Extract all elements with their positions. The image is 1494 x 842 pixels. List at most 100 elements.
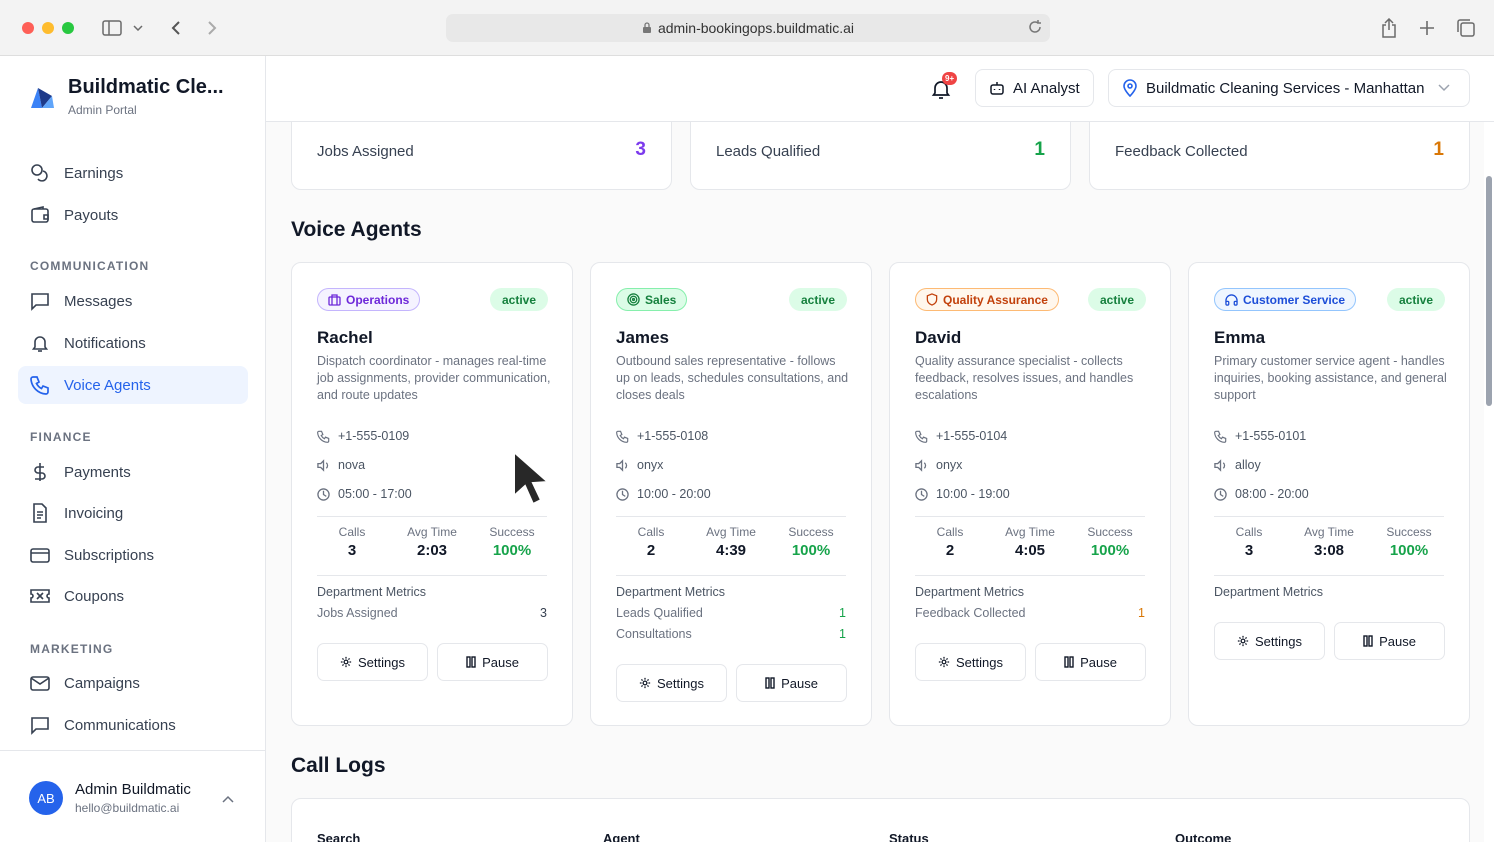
- metric-calls: Calls 3: [338, 525, 366, 559]
- call-logs-table: Search Agent Status Outcome: [291, 798, 1470, 842]
- pause-button[interactable]: Pause: [437, 643, 548, 681]
- chevron-up-icon[interactable]: [222, 795, 234, 803]
- user-email: hello@buildmatic.ai: [75, 801, 180, 815]
- ticket-icon: [30, 589, 50, 603]
- settings-button[interactable]: Settings: [915, 643, 1026, 681]
- department-badge: Sales: [616, 288, 688, 311]
- close-window-button[interactable]: [22, 22, 34, 34]
- settings-button[interactable]: Settings: [616, 664, 727, 702]
- gear-icon: [340, 656, 352, 668]
- metric-success: Success 100%: [788, 525, 834, 559]
- sidebar-item-coupons[interactable]: Coupons: [18, 577, 248, 615]
- sidebar-item-payments[interactable]: Payments: [18, 453, 248, 491]
- sidebar-item-label: Invoicing: [64, 504, 124, 522]
- sidebar-item-payouts[interactable]: Payouts: [18, 196, 248, 234]
- agent-hours: 10:00 - 20:00: [616, 487, 711, 501]
- section-marketing: MARKETING: [30, 642, 114, 656]
- divider: [1214, 575, 1444, 576]
- agent-voice: alloy: [1214, 458, 1261, 472]
- sidebar-item-label: Voice Agents: [64, 376, 151, 394]
- column-header-outcome[interactable]: Outcome: [1175, 831, 1231, 842]
- maximize-window-button[interactable]: [62, 22, 74, 34]
- department-badge: Customer Service: [1214, 288, 1357, 311]
- agent-card-emma: Customer Service active Emma Primary cus…: [1188, 262, 1470, 726]
- forward-arrow-icon[interactable]: [201, 17, 223, 39]
- chevron-down-icon[interactable]: [131, 17, 145, 39]
- department-metrics-title: Department Metrics: [616, 585, 726, 599]
- agent-description: Quality assurance specialist - collects …: [915, 354, 1134, 402]
- divider: [915, 575, 1145, 576]
- clock-icon: [1214, 487, 1227, 501]
- agent-voice: onyx: [616, 458, 663, 472]
- stat-label: Leads Qualified: [716, 143, 821, 160]
- bot-icon: [990, 82, 1004, 95]
- sidebar-item-label: Messages: [64, 292, 133, 310]
- brand[interactable]: Buildmatic Cle... Admin Portal: [28, 76, 224, 117]
- shield-icon: [926, 293, 938, 306]
- sidebar-item-messages[interactable]: Messages: [18, 282, 248, 320]
- ai-analyst-button[interactable]: AI Analyst: [975, 69, 1094, 107]
- stat-value: 1: [1433, 139, 1444, 160]
- reload-icon[interactable]: [1026, 18, 1044, 36]
- department-metric-row: Jobs Assigned 3: [317, 606, 547, 620]
- sidebar-item-earnings[interactable]: Earnings: [18, 154, 248, 192]
- share-icon[interactable]: [1378, 17, 1400, 39]
- settings-button[interactable]: Settings: [1214, 622, 1325, 660]
- department-metric-row: Consultations 1: [616, 627, 846, 641]
- briefcase-icon: [328, 293, 341, 306]
- stat-value: 1: [1034, 139, 1045, 160]
- phone-icon: [616, 430, 629, 443]
- bell-icon: [31, 336, 49, 352]
- sidebar-item-campaigns[interactable]: Campaigns: [18, 664, 248, 702]
- pause-button[interactable]: Pause: [736, 664, 847, 702]
- divider: [616, 575, 846, 576]
- clock-icon: [915, 487, 928, 501]
- pause-icon: [466, 656, 476, 668]
- settings-button[interactable]: Settings: [317, 643, 428, 681]
- volume-icon: [317, 458, 329, 472]
- pause-button[interactable]: Pause: [1334, 622, 1445, 660]
- sidebar-item-invoicing[interactable]: Invoicing: [18, 494, 248, 532]
- sidebar-item-voice-agents[interactable]: Voice Agents: [18, 366, 248, 404]
- lock-icon: [642, 22, 651, 33]
- department-metrics-title: Department Metrics: [317, 585, 427, 599]
- brand-subtitle: Admin Portal: [68, 103, 137, 117]
- gear-icon: [1237, 635, 1249, 647]
- department-badge: Operations: [317, 288, 421, 311]
- minimize-window-button[interactable]: [42, 22, 54, 34]
- sidebar-item-label: Notifications: [64, 334, 146, 352]
- stat-label: Jobs Assigned: [317, 143, 414, 160]
- scrollbar[interactable]: [1486, 176, 1492, 406]
- sidebar-item-communications[interactable]: Communications: [18, 706, 248, 744]
- tab-overview-icon[interactable]: [1455, 17, 1477, 39]
- sidebar-item-notifications[interactable]: Notifications: [18, 324, 248, 362]
- agent-voice: onyx: [915, 458, 962, 472]
- agent-description: Dispatch coordinator - manages real-time…: [317, 354, 551, 402]
- stat-card-feedback-collected: Feedback Collected 1: [1089, 122, 1470, 190]
- notification-count-badge: 9+: [942, 72, 958, 85]
- clock-icon: [616, 487, 629, 501]
- department-metric-row: Leads Qualified 1: [616, 606, 846, 620]
- address-bar[interactable]: admin-bookingops.buildmatic.ai: [446, 14, 1050, 42]
- status-badge: active: [788, 288, 847, 311]
- sidebar-item-label: Coupons: [64, 587, 125, 605]
- sidebar-item-label: Payouts: [64, 206, 119, 224]
- metric-calls: Calls 3: [1235, 525, 1263, 559]
- location-selector[interactable]: Buildmatic Cleaning Services - Manhattan: [1108, 69, 1470, 107]
- back-arrow-icon[interactable]: [165, 17, 187, 39]
- metric-avg-time: Avg Time 4:05: [1005, 525, 1055, 559]
- sidebar-item-subscriptions[interactable]: Subscriptions: [18, 536, 248, 574]
- status-badge: active: [1386, 288, 1445, 311]
- volume-icon: [1214, 458, 1226, 472]
- user-menu[interactable]: AB Admin Buildmatic hello@buildmatic.ai: [0, 750, 265, 842]
- column-header-status[interactable]: Status: [889, 831, 929, 842]
- volume-icon: [616, 458, 628, 472]
- metric-avg-time: Avg Time 3:08: [1304, 525, 1354, 559]
- column-header-agent[interactable]: Agent: [603, 831, 640, 842]
- column-header-search[interactable]: Search: [317, 831, 360, 842]
- new-tab-icon[interactable]: [1416, 17, 1438, 39]
- pause-button[interactable]: Pause: [1035, 643, 1146, 681]
- metric-avg-time: Avg Time 4:39: [706, 525, 756, 559]
- sidebar-toggle-icon[interactable]: [101, 17, 123, 39]
- stat-value: 3: [635, 139, 646, 160]
